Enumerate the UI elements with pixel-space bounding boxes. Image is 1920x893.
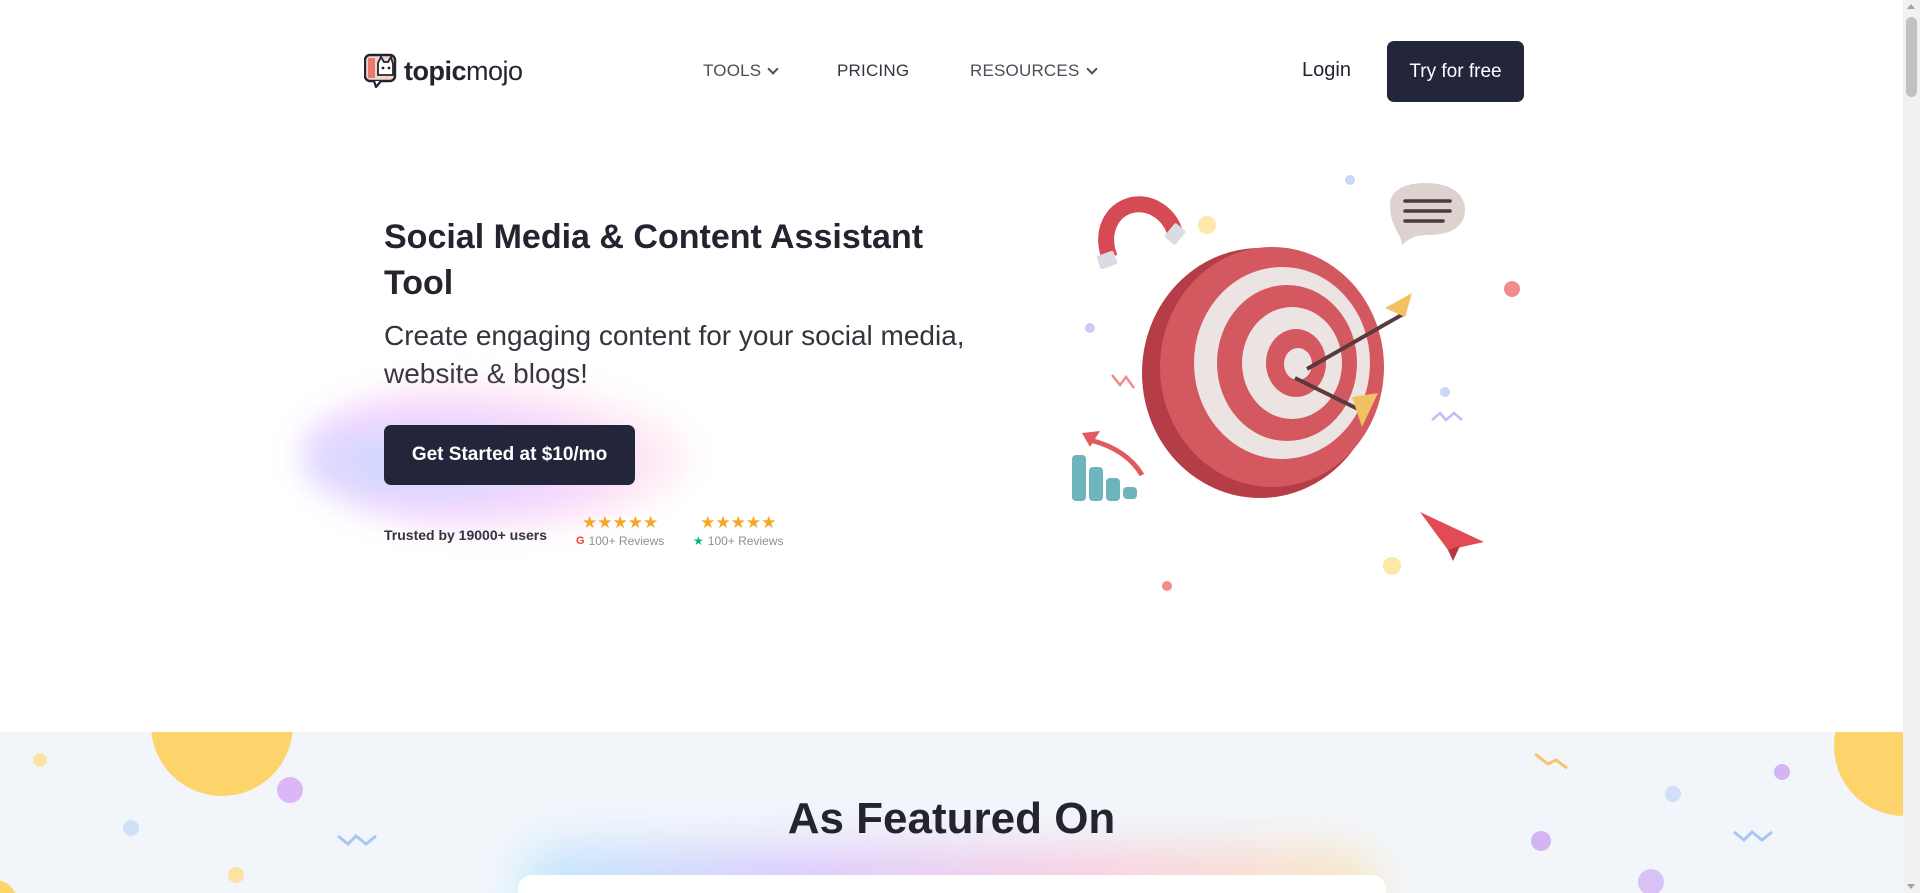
nav-tools-dropdown[interactable]: TOOLS (703, 61, 779, 81)
hero-title: Social Media & Content Assistant Tool (384, 218, 924, 302)
google-rating: ★★★★★ G 100+ Reviews (576, 513, 665, 549)
speech-bubble-icon (1390, 183, 1465, 245)
logo-wordmark: topicmojo (404, 55, 523, 86)
nav-pricing-link[interactable]: PRICING (837, 61, 909, 81)
chevron-down-icon (767, 62, 779, 75)
featured-logos-card (518, 875, 1386, 893)
rating-stars: ★★★★★ (700, 513, 777, 532)
review-count: 100+ Reviews (707, 534, 784, 548)
hero-target-illustration (1060, 165, 1530, 605)
paper-plane-icon (1420, 512, 1484, 561)
get-started-button[interactable]: Get Started at $10/mo (384, 425, 635, 485)
nav-pricing-label: PRICING (837, 61, 910, 80)
review-count: 100+ Reviews (588, 534, 665, 548)
trustpilot-star-icon: ★ (693, 534, 704, 548)
login-link[interactable]: Login (1302, 59, 1351, 82)
nav-resources-label: RESOURCES (970, 61, 1080, 80)
nav-tools-label: TOOLS (703, 61, 762, 80)
rating-stars: ★★★★★ (582, 513, 659, 532)
topicmojo-logo[interactable]: topicmojo (363, 52, 523, 90)
logo-cat-icon (363, 53, 400, 89)
featured-title: As Featured On (787, 794, 1116, 843)
scroll-up-arrow-icon[interactable] (1907, 4, 1915, 9)
featured-section: As Featured On (0, 732, 1903, 893)
scrollbar-thumb[interactable] (1906, 17, 1917, 97)
scroll-down-arrow-icon[interactable] (1907, 884, 1915, 889)
dartboard-target-icon (1142, 247, 1384, 498)
page-scrollbar[interactable] (1903, 0, 1920, 893)
site-header: topicmojo TOOLS PRICING RESOURCES Login … (0, 0, 1903, 130)
magnet-icon (1096, 196, 1186, 270)
growth-chart-icon (1072, 431, 1145, 501)
trusted-by-text: Trusted by 19000+ users (384, 527, 548, 543)
trustpilot-rating: ★★★★★ ★ 100+ Reviews (693, 513, 784, 549)
nav-resources-dropdown[interactable]: RESOURCES (970, 61, 1098, 81)
try-for-free-button[interactable]: Try for free (1387, 41, 1524, 102)
google-g-icon: G (576, 535, 585, 547)
chevron-down-icon (1085, 62, 1098, 75)
